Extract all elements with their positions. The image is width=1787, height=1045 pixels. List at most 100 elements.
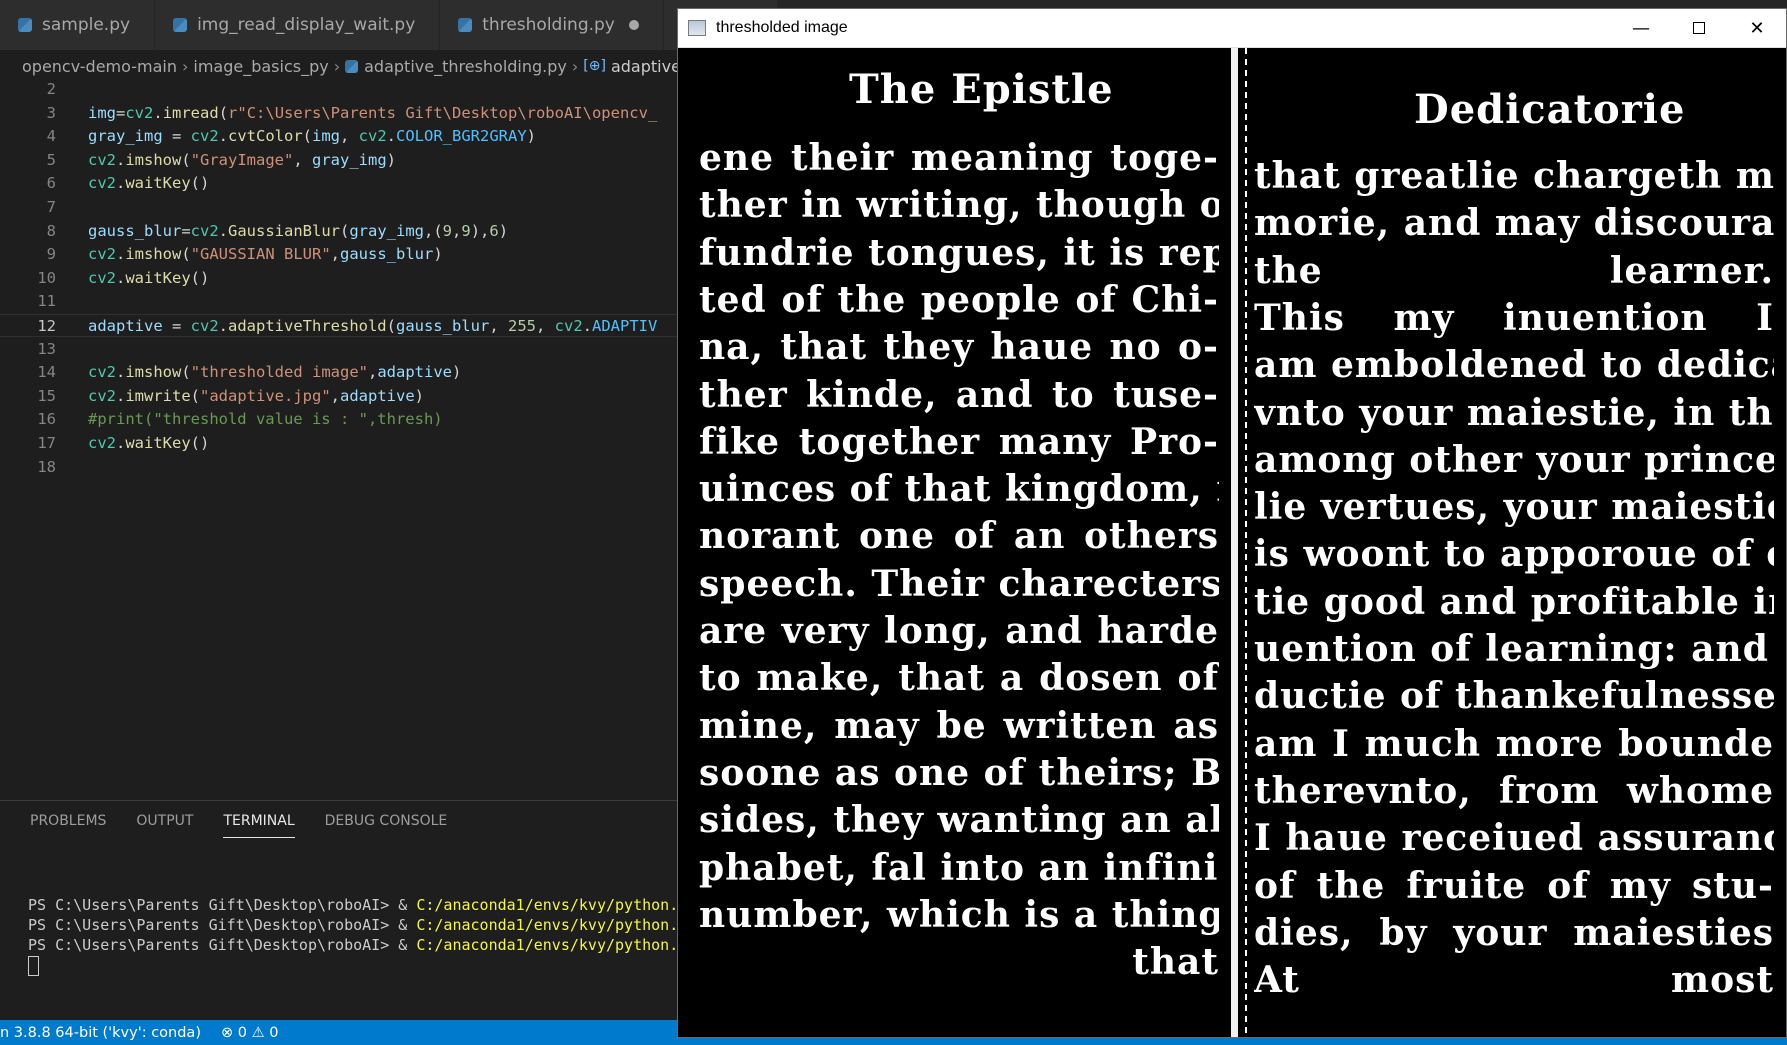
- panel-tabs: PROBLEMS OUTPUT TERMINAL DEBUG CONSOLE: [30, 813, 447, 838]
- unsaved-dot-icon[interactable]: [628, 20, 639, 30]
- code-text: cv2.imshow("GrayImage", gray_img): [88, 150, 397, 169]
- page-text-line: norant one of an others: [699, 515, 1219, 558]
- page-text-line: ther in writing, though of: [699, 184, 1219, 227]
- close-button[interactable]: ✕: [1728, 9, 1786, 47]
- left-page: The Epistle ene their meaning toge-ther …: [699, 48, 1219, 983]
- page-text-line: are very long, and harde: [699, 610, 1219, 652]
- tab-label: img_read_display_wait.py: [197, 15, 416, 35]
- terminal[interactable]: PS C:\Users\Parents Gift\Desktop\roboAI>…: [28, 875, 687, 1016]
- page-text-line: sides, they wanting an al-: [699, 799, 1219, 842]
- tab-output[interactable]: OUTPUT: [136, 813, 193, 838]
- code-line[interactable]: 11: [0, 290, 680, 313]
- tab-label: sample.py: [42, 15, 131, 35]
- problems-status[interactable]: ⊗ 0 ⚠ 0: [221, 1025, 288, 1041]
- page-text-line: the learner.: [1254, 249, 1774, 292]
- line-number: 8: [46, 221, 56, 240]
- page-heading: Dedicatorie: [1414, 86, 1686, 133]
- variable-symbol-icon: [⊕]: [583, 58, 606, 74]
- code-text: cv2.imwrite("adaptive.jpg",adaptive): [88, 386, 425, 405]
- page-text-line: I haue receiued assurance: [1254, 817, 1774, 860]
- code-line[interactable]: 14 cv2.imshow("thresholded image",adaptiv…: [0, 361, 680, 384]
- code-line[interactable]: 13: [0, 338, 680, 361]
- page-text-line: therevnto, from whome: [1254, 769, 1774, 812]
- page-text-line: ductie of thankefulnesse: [1254, 675, 1774, 718]
- line-number: 7: [46, 198, 56, 216]
- page-text-line: that: [1132, 941, 1219, 984]
- breadcrumb-folder[interactable]: image_basics_py: [193, 57, 328, 76]
- page-heading: The Epistle: [849, 66, 1114, 113]
- page-text-line: to make, that a dosen of: [699, 657, 1219, 700]
- python-file-icon: [458, 18, 473, 32]
- opencv-window[interactable]: thresholded image — ✕ The Epistle ene th…: [677, 8, 1787, 1038]
- line-number: 5: [46, 150, 56, 169]
- line-number: 6: [46, 174, 56, 193]
- breadcrumb-symbol[interactable]: adaptive: [611, 57, 681, 76]
- tab-problems[interactable]: PROBLEMS: [30, 813, 106, 838]
- page-text-line: dies, by your maiesties: [1254, 911, 1774, 954]
- page-text-line: is woont to apporoue of cer-: [1254, 533, 1774, 576]
- window-app-icon: [688, 20, 706, 36]
- page-text-line: phabet, fal into an infinite: [699, 846, 1219, 889]
- page-text-line: na, that they haue no o-: [699, 326, 1219, 369]
- tab-terminal[interactable]: TERMINAL: [223, 813, 295, 838]
- code-editor[interactable]: 2 3 img=cv2.imread(r"C:\Users\Parents Gift…: [0, 78, 680, 798]
- chevron-right-icon: ›: [571, 56, 579, 76]
- code-line[interactable]: 8 gauss_blur=cv2.GaussianBlur(gray_img,(9…: [0, 220, 680, 243]
- code-line[interactable]: 7: [0, 196, 680, 219]
- line-number: 2: [46, 80, 56, 98]
- code-line[interactable]: 12 adaptive = cv2.adaptiveThreshold(gauss…: [0, 314, 680, 337]
- bottom-panel: PROBLEMS OUTPUT TERMINAL DEBUG CONSOLE P…: [0, 800, 687, 1021]
- code-line[interactable]: 15 cv2.imwrite("adaptive.jpg",adaptive): [0, 385, 680, 408]
- code-line[interactable]: 3 img=cv2.imread(r"C:\Users\Parents Gift\…: [0, 102, 680, 125]
- code-text: #print("threshold value is : ",thresh): [88, 410, 443, 429]
- line-number: 3: [46, 103, 56, 122]
- page-text-line: lie vertues, your maiestie: [1254, 486, 1774, 529]
- breadcrumb-folder[interactable]: opencv-demo-main: [22, 57, 177, 76]
- error-icon: ⊗: [220, 1024, 234, 1041]
- code-line[interactable]: 4 gray_img = cv2.cvtColor(img, cv2.COLOR_…: [0, 125, 680, 148]
- code-line[interactable]: 9 cv2.imshow("GAUSSIAN BLUR",gauss_blur): [0, 243, 680, 266]
- error-count: 0: [237, 1024, 247, 1041]
- tab-img-read-display-wait-py[interactable]: img_read_display_wait.py: [155, 0, 441, 50]
- code-line[interactable]: 18: [0, 456, 680, 479]
- page-text-line: number, which is a thing: [699, 893, 1219, 936]
- line-number: 10: [37, 268, 56, 287]
- tab-thresholding-py[interactable]: thresholding.py: [440, 0, 664, 50]
- minimize-button[interactable]: —: [1612, 9, 1670, 47]
- line-number: 17: [37, 434, 56, 452]
- maximize-button[interactable]: [1670, 9, 1728, 47]
- terminal-command: C:/anaconda1/envs/kvy/python.e: [416, 936, 688, 954]
- page-text-line: of the fruite of my stu-: [1254, 864, 1774, 907]
- page-text-line: soone as one of theirs; Be-: [699, 751, 1219, 794]
- page-text-line: among other your prince-: [1254, 438, 1774, 481]
- code-text: cv2.imshow("thresholded image",adaptive): [88, 363, 462, 382]
- code-line[interactable]: 10 cv2.waitKey(): [0, 267, 680, 290]
- page-text-line: ene their meaning toge-: [699, 137, 1219, 179]
- page-text-line: This my inuention I: [1254, 296, 1774, 339]
- tab-debug-console[interactable]: DEBUG CONSOLE: [325, 813, 448, 838]
- code-line[interactable]: 6 cv2.waitKey(): [0, 172, 680, 195]
- page-text-line: uinces of that kingdom, ig-: [699, 468, 1219, 511]
- terminal-cursor: [28, 955, 39, 976]
- code-line[interactable]: 16 #print("threshold value is : ",thresh): [0, 408, 680, 431]
- terminal-command: C:/anaconda1/envs/kvy/python.e: [416, 916, 688, 934]
- tab-sample-py[interactable]: sample.py: [0, 0, 156, 50]
- code-line[interactable]: 17 cv2.waitKey(): [0, 432, 680, 455]
- window-title: thresholded image: [716, 19, 848, 36]
- window-title-bar[interactable]: thresholded image — ✕: [678, 9, 1786, 48]
- line-number: 11: [37, 292, 56, 311]
- code-line[interactable]: 2: [0, 78, 680, 101]
- page-text-line: that greatlie chargeth me-: [1254, 155, 1774, 197]
- terminal-prompt: PS C:\Users\Parents Gift\Desktop\roboAI>…: [28, 896, 417, 914]
- chevron-right-icon: ›: [333, 56, 341, 76]
- page-text-line: tie good and profitable in-: [1254, 580, 1774, 623]
- page-text-line: mine, may be written as: [699, 704, 1219, 747]
- code-text: img=cv2.imread(r"C:\Users\Parents Gift\D…: [88, 103, 658, 122]
- python-interpreter-status[interactable]: n 3.8.8 64-bit ('kvy': conda): [0, 1025, 211, 1041]
- page-text-line: am emboldened to dedicate: [1254, 344, 1774, 387]
- breadcrumb-file[interactable]: adaptive_thresholding.py: [364, 57, 567, 76]
- minimize-icon: —: [1632, 17, 1650, 39]
- terminal-line: PS C:\Users\Parents Gift\Desktop\roboAI>…: [28, 895, 687, 915]
- code-line[interactable]: 5 cv2.imshow("GrayImage", gray_img): [0, 149, 680, 172]
- page-gutter-edge: [1245, 48, 1247, 1037]
